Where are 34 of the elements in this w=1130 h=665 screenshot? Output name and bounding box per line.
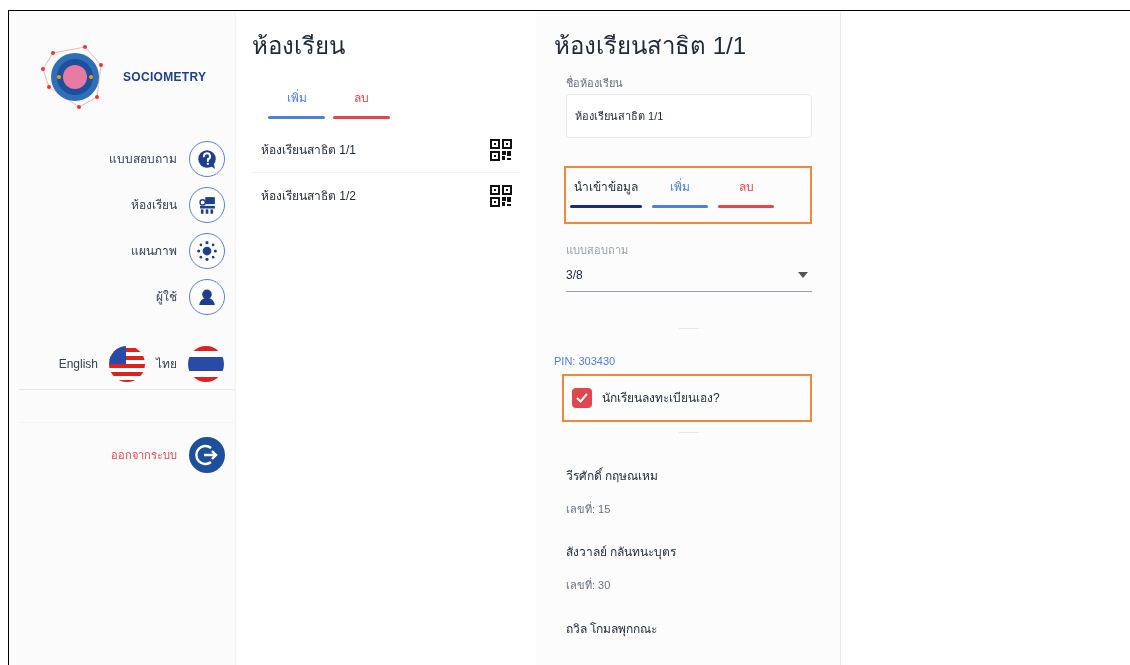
nav-item[interactable]: แบบสอบถาม [109, 150, 177, 168]
classroom-item[interactable]: ห้องเรียนสาธิต 1/1 [261, 140, 356, 159]
field-label: ชื่อห้องเรียน [566, 75, 624, 91]
detail-title: ห้องเรียนสาธิต 1/1 [554, 31, 748, 61]
pin-code: PIN: 303430 [554, 354, 617, 369]
checkbox-label: นักเรียนลงทะเบียนเอง? [602, 389, 720, 407]
classroom-name-input[interactable]: ห้องเรียนสาธิต 1/1 [566, 93, 812, 138]
student-name: สังวาลย์ กลันทนะบุตร [566, 544, 678, 561]
caret-icon[interactable] [798, 271, 808, 278]
language-option[interactable]: English [58, 355, 98, 373]
qr-code-icon[interactable] [490, 138, 512, 161]
classroom-item[interactable]: ห้องเรียนสาธิต 1/2 [261, 187, 356, 205]
student-name: วีรศักดิ์ กฤษณเหม [566, 466, 660, 485]
nav-item[interactable]: แผนภาพ [131, 242, 177, 260]
brand-name: SOCIOMETRY [123, 69, 207, 86]
logout-icon[interactable] [189, 437, 225, 473]
field-label: แบบสอบถาม [566, 242, 629, 258]
flag-icon[interactable] [187, 345, 225, 383]
student-number: เลขที่: 30 [566, 577, 612, 593]
nav-item[interactable]: ผู้ใช้ [156, 288, 177, 306]
qr-code-icon[interactable] [490, 185, 512, 207]
student-name: ถวิล โกมลพุกกณะ [566, 620, 659, 638]
delete-tab[interactable]: ลบ [333, 85, 390, 119]
delete-tab[interactable]: ลบ [718, 173, 774, 208]
import-tab[interactable]: นำเข้าข้อมูล [570, 173, 642, 208]
add-tab[interactable]: เพิ่ม [268, 85, 325, 119]
add-tab[interactable]: เพิ่ม [652, 173, 708, 208]
questionnaire-select[interactable]: 3/8 [566, 258, 812, 292]
student-number: เลขที่: 15 [566, 500, 612, 517]
flag-icon[interactable] [108, 345, 146, 383]
logout-link[interactable]: ออกจากระบบ [111, 446, 177, 464]
nav-item[interactable]: ห้องเรียน [131, 196, 177, 214]
page-title: ห้องเรียน [252, 31, 346, 61]
language-option[interactable]: ไทย [156, 355, 177, 373]
